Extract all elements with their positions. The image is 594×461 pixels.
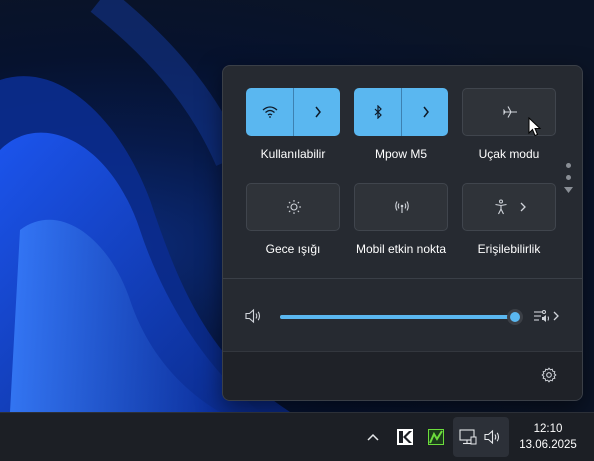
audio-output-button[interactable] [533, 308, 561, 329]
volume-slider-thumb[interactable] [507, 309, 523, 325]
quick-settings-tiles: Kullanılabilir Mpow M5 Uçak modu Gece ış… [223, 66, 582, 278]
accessibility-icon [495, 199, 507, 215]
hotspot-icon [395, 201, 409, 213]
wifi-expand-button[interactable] [293, 88, 341, 136]
volume-slider[interactable] [280, 309, 523, 325]
volume-slider-fill [280, 315, 515, 319]
mute-button[interactable] [245, 308, 263, 329]
chevron-right-icon [520, 202, 526, 212]
mobile-hotspot-tile[interactable] [354, 183, 448, 231]
clock-time: 12:10 [533, 423, 563, 435]
speaker-icon [245, 308, 261, 324]
clock-date: 13.06.2025 [519, 439, 577, 451]
clock-button[interactable]: 12:10 13.06.2025 [512, 421, 584, 453]
taskbar: 12:10 13.06.2025 [0, 412, 594, 461]
night-light-label: Gece ışığı [265, 242, 321, 256]
network-icon [459, 429, 477, 445]
bluetooth-tile[interactable] [354, 88, 448, 136]
bluetooth-toggle[interactable] [354, 88, 401, 136]
app-green-icon [428, 429, 444, 445]
quick-settings-footer [223, 351, 582, 400]
panel-divider [223, 278, 582, 279]
app-k-icon [397, 429, 413, 445]
tray-app-k-button[interactable] [395, 427, 415, 447]
bluetooth-icon [374, 105, 382, 119]
wifi-toggle[interactable] [246, 88, 293, 136]
wifi-icon [262, 106, 277, 118]
settings-button[interactable] [541, 367, 557, 388]
chevron-up-icon [367, 433, 379, 441]
night-light-tile[interactable] [246, 183, 340, 231]
mouse-cursor [528, 116, 542, 142]
show-hidden-icons-button[interactable] [363, 427, 383, 447]
airplane-icon [503, 106, 517, 118]
bluetooth-label: Mpow M5 [374, 147, 427, 161]
page-dot[interactable] [566, 163, 571, 168]
airplane-mode-label: Uçak modu [478, 147, 540, 161]
audio-output-icon [534, 310, 559, 322]
caret-down-icon[interactable] [564, 187, 573, 194]
volume-icon [484, 429, 500, 445]
mobile-hotspot-label: Mobil etkin nokta [355, 242, 447, 256]
page-dot[interactable] [566, 175, 571, 180]
chevron-right-icon [314, 106, 321, 118]
chevron-right-icon [422, 106, 429, 118]
pointer-icon [528, 116, 542, 137]
bluetooth-expand-button[interactable] [401, 88, 449, 136]
wifi-label: Kullanılabilir [260, 147, 326, 161]
gear-icon [541, 367, 557, 383]
night-light-icon [287, 200, 301, 214]
quick-settings-panel: Kullanılabilir Mpow M5 Uçak modu Gece ış… [222, 65, 583, 401]
wifi-tile[interactable] [246, 88, 340, 136]
network-volume-tray-button[interactable] [453, 417, 509, 457]
accessibility-label: Erişilebilirlik [477, 242, 541, 256]
accessibility-tile[interactable] [462, 183, 556, 231]
tray-app-green-button[interactable] [426, 427, 446, 447]
